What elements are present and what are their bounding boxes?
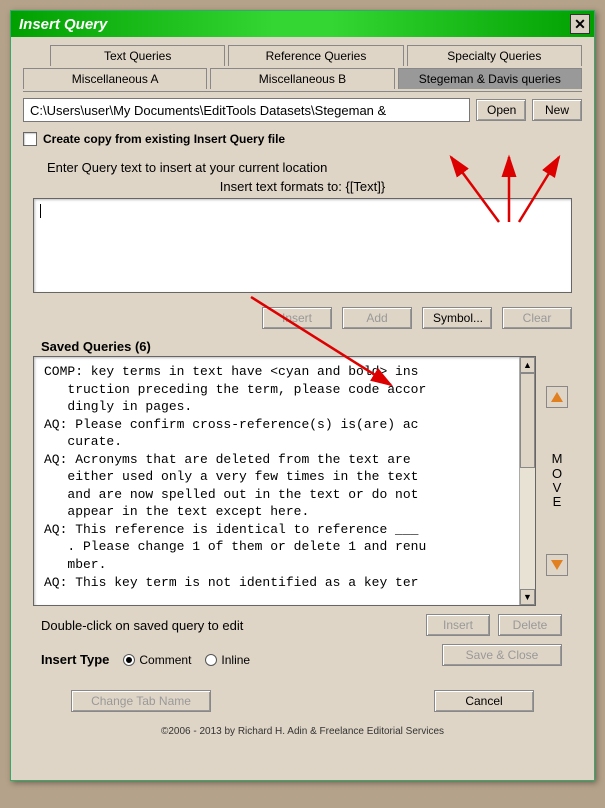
path-row: C:\Users\user\My Documents\EditTools Dat… xyxy=(23,98,582,122)
scroll-up-button[interactable]: ▲ xyxy=(520,357,535,373)
delete-button[interactable]: Delete xyxy=(498,614,562,636)
window-title: Insert Query xyxy=(19,16,570,33)
tab-misc-b[interactable]: Miscellaneous B xyxy=(210,68,394,89)
radio-dot-comment[interactable] xyxy=(123,654,135,666)
bottom-row: Change Tab Name Cancel xyxy=(71,690,564,712)
new-button[interactable]: New xyxy=(532,99,582,121)
close-icon: ✕ xyxy=(574,16,586,33)
triangle-up-icon xyxy=(551,392,563,402)
save-close-button[interactable]: Save & Close xyxy=(442,644,562,666)
triangle-down-icon xyxy=(551,560,563,570)
copyright-text: ©2006 - 2013 by Richard H. Adin & Freela… xyxy=(23,726,582,737)
open-button[interactable]: Open xyxy=(476,99,526,121)
radio-dot-inline[interactable] xyxy=(205,654,217,666)
text-caret xyxy=(40,204,41,218)
dataset-path-input[interactable]: C:\Users\user\My Documents\EditTools Dat… xyxy=(23,98,470,122)
move-column: MOVE xyxy=(542,356,572,606)
format-hint-label: Insert text formats to: {[Text]} xyxy=(23,179,582,194)
create-copy-row[interactable]: Create copy from existing Insert Query f… xyxy=(23,132,582,146)
close-button[interactable]: ✕ xyxy=(570,14,590,34)
create-copy-checkbox[interactable] xyxy=(23,132,37,146)
radio-inline-label: Inline xyxy=(221,653,250,667)
insert-query-window: Insert Query ✕ Text Queries Reference Qu… xyxy=(10,10,595,781)
saved-queries-area: COMP: key terms in text have <cyan and b… xyxy=(33,356,572,606)
insert-type-label: Insert Type xyxy=(41,652,109,667)
tab-reference-queries[interactable]: Reference Queries xyxy=(228,45,403,66)
text-buttons: Insert Add Symbol... Clear xyxy=(33,307,572,329)
list-action-buttons: Insert Delete xyxy=(426,614,562,636)
insert-text-button[interactable]: Insert xyxy=(262,307,332,329)
scroll-down-button[interactable]: ▼ xyxy=(520,589,535,605)
cancel-button[interactable]: Cancel xyxy=(434,690,534,712)
create-copy-label: Create copy from existing Insert Query f… xyxy=(43,132,285,146)
tab-row-2: Miscellaneous A Miscellaneous B Stegeman… xyxy=(23,68,582,89)
add-button[interactable]: Add xyxy=(342,307,412,329)
enter-query-label: Enter Query text to insert at your curre… xyxy=(47,160,582,175)
scroll-track[interactable] xyxy=(520,373,535,589)
saved-queries-content[interactable]: COMP: key terms in text have <cyan and b… xyxy=(34,357,519,605)
saved-queries-label: Saved Queries (6) xyxy=(41,339,582,354)
move-down-button[interactable] xyxy=(546,554,568,576)
window-body: Text Queries Reference Queries Specialty… xyxy=(11,37,594,780)
change-tab-name-button[interactable]: Change Tab Name xyxy=(71,690,211,712)
radio-inline[interactable]: Inline xyxy=(205,653,250,667)
list-scrollbar[interactable]: ▲ ▼ xyxy=(519,357,535,605)
query-text-input[interactable] xyxy=(33,198,572,293)
radio-comment-label: Comment xyxy=(139,653,191,667)
saved-queries-listbox[interactable]: COMP: key terms in text have <cyan and b… xyxy=(33,356,536,606)
move-up-button[interactable] xyxy=(546,386,568,408)
titlebar: Insert Query ✕ xyxy=(11,11,594,37)
insert-saved-button[interactable]: Insert xyxy=(426,614,490,636)
tab-stegeman-davis[interactable]: Stegeman & Davis queries xyxy=(398,68,582,89)
scroll-thumb[interactable] xyxy=(520,373,535,468)
tab-text-queries[interactable]: Text Queries xyxy=(50,45,225,66)
tab-specialty-queries[interactable]: Specialty Queries xyxy=(407,45,582,66)
clear-button[interactable]: Clear xyxy=(502,307,572,329)
radio-comment[interactable]: Comment xyxy=(123,653,191,667)
tab-misc-a[interactable]: Miscellaneous A xyxy=(23,68,207,89)
tab-row-1: Text Queries Reference Queries Specialty… xyxy=(23,45,582,66)
symbol-button[interactable]: Symbol... xyxy=(422,307,492,329)
move-label: MOVE xyxy=(552,452,563,509)
